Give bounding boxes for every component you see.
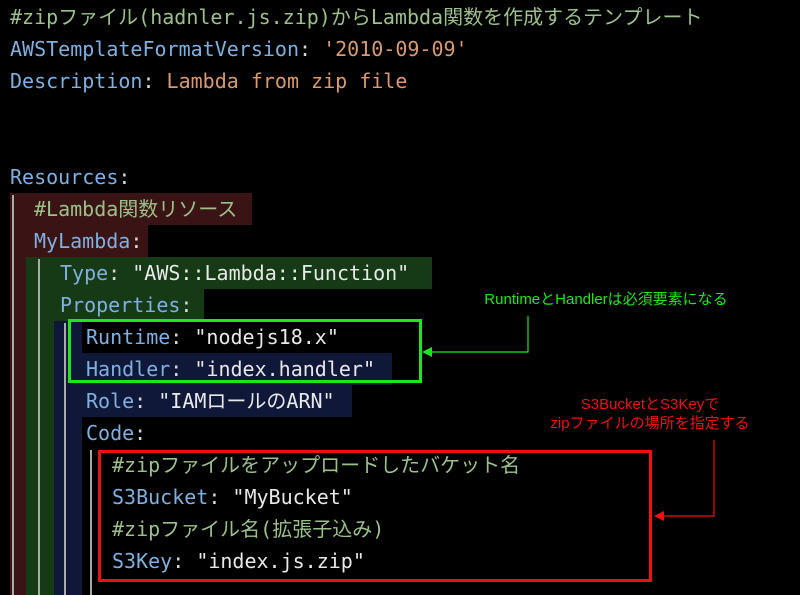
annotation-text-s3-line1: S3BucketとS3Keyで [580, 396, 720, 413]
code-editor: #zipファイル(hadnler.js.zip)からLambda関数を作成するテ… [0, 0, 800, 595]
green-arrow-line [428, 316, 529, 353]
red-arrow-line [660, 440, 715, 517]
annotation-text-s3-location: S3BucketとS3Keyで zipファイルの場所を指定する [520, 395, 780, 433]
red-arrowhead [654, 511, 664, 521]
annotation-text-s3-line2: zipファイルの場所を指定する [550, 415, 750, 432]
annotation-text-required: RuntimeとHandlerは必須要素になる [484, 291, 728, 308]
green-arrowhead [422, 347, 432, 357]
